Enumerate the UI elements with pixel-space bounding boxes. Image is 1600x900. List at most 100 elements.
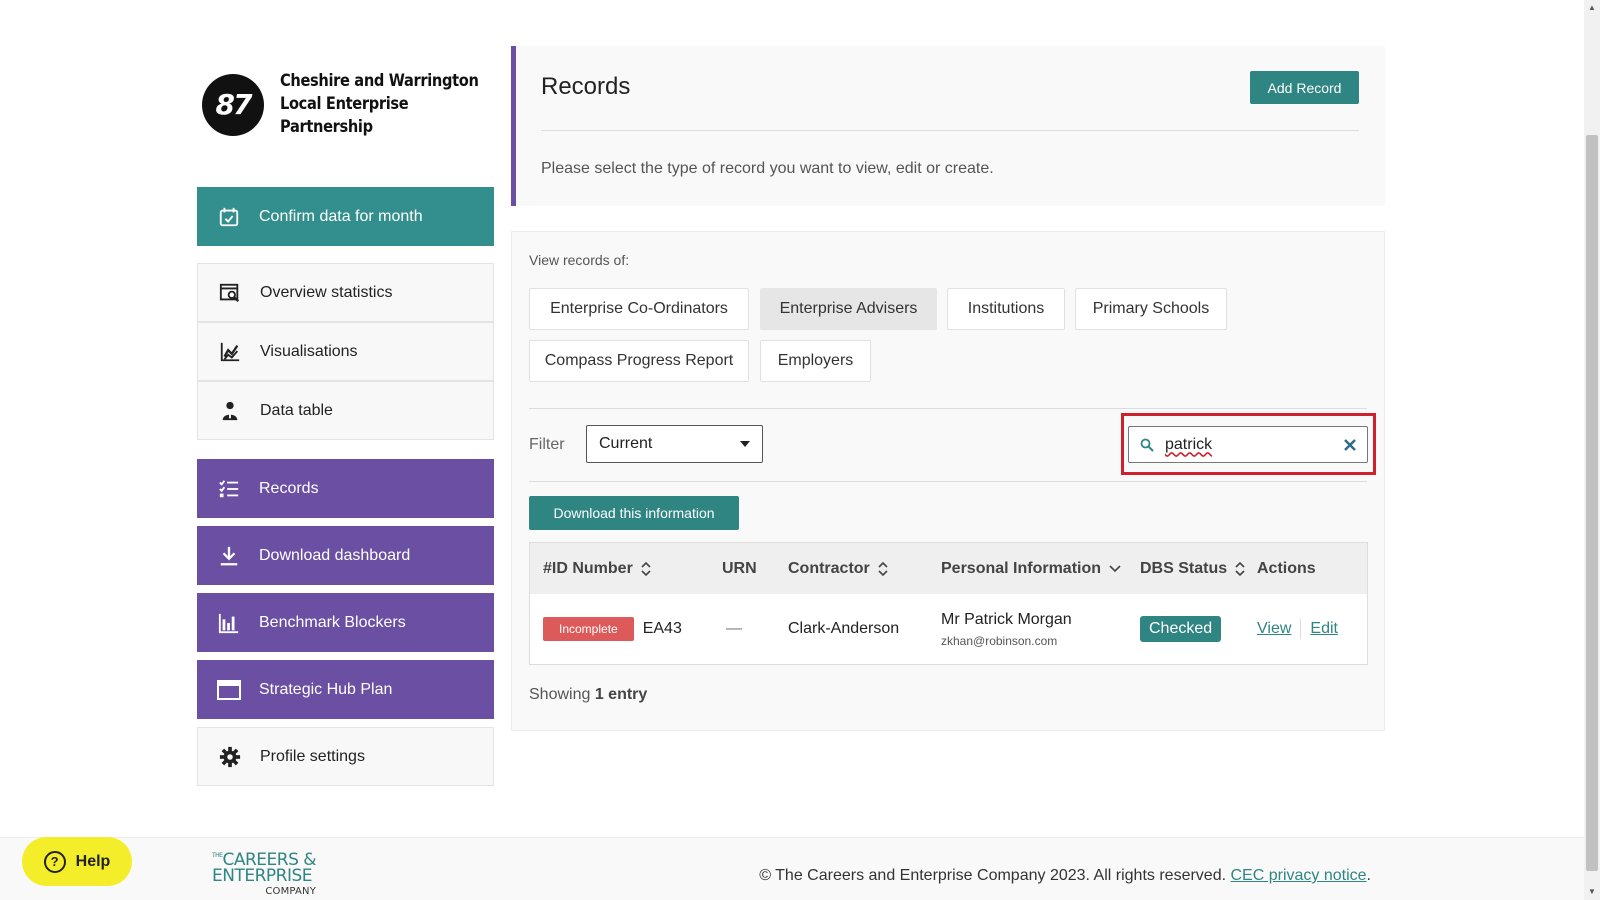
sidebar-item-download-dashboard[interactable]: Download dashboard — [197, 526, 494, 585]
status-badge-incomplete: Incomplete — [543, 617, 634, 641]
sidebar-item-label: Profile settings — [260, 747, 365, 765]
chart-line-icon — [218, 340, 242, 364]
add-record-button[interactable]: Add Record — [1250, 71, 1359, 104]
personal-information-cell: Mr Patrick Morgan zkhan@robinson.com — [941, 594, 1072, 664]
urn-cell: — — [726, 620, 742, 637]
lep-logo-line2: Local Enterprise Partnership — [280, 94, 409, 137]
cec-logo-line3: COMPANY — [265, 886, 317, 897]
contractor-cell: Clark-Anderson — [788, 620, 900, 637]
person-name: Mr Patrick Morgan — [941, 610, 1072, 628]
page-description: Please select the type of record you wan… — [541, 160, 994, 177]
column-contractor[interactable]: Contractor — [788, 543, 888, 594]
column-header-label: Contractor — [788, 559, 870, 577]
sidebar-item-profile-settings[interactable]: Profile settings — [197, 727, 494, 786]
filter-selected-value: Current — [599, 435, 653, 452]
category-enterprise-co-ordinators[interactable]: Enterprise Co-Ordinators — [529, 288, 749, 330]
sidebar-item-label: Data table — [260, 401, 333, 419]
cec-logo-line2: ENTERPRISE — [212, 866, 313, 886]
divider — [529, 408, 1367, 409]
question-icon: ? — [43, 850, 66, 873]
person-icon — [218, 399, 242, 423]
column-header-label: #ID Number — [543, 559, 633, 577]
column-id-number[interactable]: #ID Number — [543, 543, 651, 594]
divider — [529, 481, 1367, 482]
view-link[interactable]: View — [1257, 620, 1291, 638]
column-header-label: Personal Information — [941, 559, 1102, 577]
cec-logo[interactable]: THECAREERS & ENTERPRISE COMPANY — [212, 852, 317, 900]
column-header-label: Actions — [1257, 559, 1316, 577]
calendar-check-icon — [217, 205, 241, 229]
category-employers[interactable]: Employers — [760, 340, 871, 382]
scroll-up-arrow-icon[interactable]: ▲ — [1584, 0, 1600, 16]
edit-link[interactable]: Edit — [1310, 620, 1338, 638]
lep-logo-mark: 87 — [202, 73, 264, 136]
cec-logo-the: THE — [212, 852, 223, 859]
sidebar-item-strategic-hub-plan[interactable]: Strategic Hub Plan — [197, 660, 494, 719]
download-icon — [217, 544, 241, 568]
id-cell: Incomplete EA43 — [543, 594, 682, 664]
category-institutions[interactable]: Institutions — [947, 288, 1065, 330]
list-icon — [217, 477, 241, 501]
filter-select[interactable]: Current — [586, 425, 763, 463]
column-urn: URN — [722, 543, 757, 594]
search-stats-icon — [218, 281, 242, 305]
download-information-button[interactable]: Download this information — [529, 496, 739, 530]
caret-down-icon — [740, 441, 750, 447]
sidebar-item-label: Strategic Hub Plan — [259, 680, 393, 698]
gear-icon — [218, 745, 242, 769]
sort-icon — [878, 561, 888, 577]
page-title: Records — [541, 73, 631, 100]
records-table: #ID Number URN Contractor Personal Infor… — [529, 542, 1368, 665]
column-dbs-status[interactable]: DBS Status — [1140, 543, 1245, 594]
scrollbar-thumb[interactable] — [1586, 135, 1598, 871]
view-records-label: View records of: — [529, 252, 630, 268]
chevron-down-icon — [1109, 564, 1121, 573]
status-badge-checked: Checked — [1140, 616, 1222, 642]
dbs-status-cell: Checked — [1140, 594, 1222, 664]
category-enterprise-advisers[interactable]: Enterprise Advisers — [760, 288, 937, 330]
search-input[interactable]: patrick — [1128, 426, 1368, 463]
sidebar-item-benchmark-blockers[interactable]: Benchmark Blockers — [197, 593, 494, 652]
table-row: Incomplete EA43 — Clark-Anderson Mr Patr… — [530, 594, 1367, 664]
person-email: zkhan@robinson.com — [941, 633, 1058, 648]
sidebar-item-data-table[interactable]: Data table — [197, 381, 494, 440]
filter-label: Filter — [529, 436, 565, 453]
column-header-label: URN — [722, 559, 757, 577]
copyright-period: . — [1366, 867, 1371, 884]
page-scrollbar[interactable]: ▲ ▼ — [1584, 0, 1600, 900]
search-input-value: patrick — [1165, 435, 1213, 453]
showing-entries: Showing 1 entry — [529, 686, 647, 704]
copyright: © The Careers and Enterprise Company 202… — [759, 867, 1371, 885]
sidebar-item-overview-statistics[interactable]: Overview statistics — [197, 263, 494, 322]
table-header: #ID Number URN Contractor Personal Infor… — [530, 543, 1367, 594]
help-label: Help — [75, 852, 111, 870]
divider — [541, 130, 1359, 131]
category-primary-schools[interactable]: Primary Schools — [1075, 288, 1227, 330]
column-actions: Actions — [1257, 543, 1316, 594]
sidebar-item-visualisations[interactable]: Visualisations — [197, 322, 494, 381]
sort-icon — [1235, 561, 1245, 577]
sidebar-item-label: Visualisations — [260, 342, 358, 360]
copyright-text: © The Careers and Enterprise Company 202… — [759, 867, 1227, 884]
lep-logo-text: Cheshire and Warrington Local Enterprise… — [280, 70, 495, 139]
category-compass-progress-report[interactable]: Compass Progress Report — [529, 340, 749, 382]
column-header-label: DBS Status — [1140, 559, 1228, 577]
scroll-down-arrow-icon[interactable]: ▼ — [1584, 884, 1600, 900]
action-separator — [1300, 619, 1302, 639]
clear-search-icon[interactable] — [1333, 438, 1367, 451]
column-personal-information[interactable]: Personal Information — [941, 543, 1121, 594]
showing-prefix: Showing — [529, 686, 591, 703]
sidebar-item-label: Records — [259, 479, 319, 497]
privacy-notice-link[interactable]: CEC privacy notice — [1231, 867, 1367, 884]
lep-logo[interactable]: 87 Cheshire and Warrington Local Enterpr… — [202, 70, 530, 139]
sidebar-item-confirm-data[interactable]: Confirm data for month — [197, 187, 494, 246]
showing-count: 1 entry — [594, 686, 648, 703]
sidebar-item-records[interactable]: Records — [197, 459, 494, 518]
sidebar-item-label: Benchmark Blockers — [259, 613, 406, 631]
sidebar-item-label: Overview statistics — [260, 283, 393, 301]
lep-logo-line1: Cheshire and Warrington — [280, 71, 479, 91]
records-main-panel: View records of: Enterprise Co-Ordinator… — [511, 231, 1385, 731]
help-button[interactable]: ? Help — [22, 837, 132, 886]
sort-icon — [641, 561, 651, 577]
window-icon — [217, 678, 241, 702]
